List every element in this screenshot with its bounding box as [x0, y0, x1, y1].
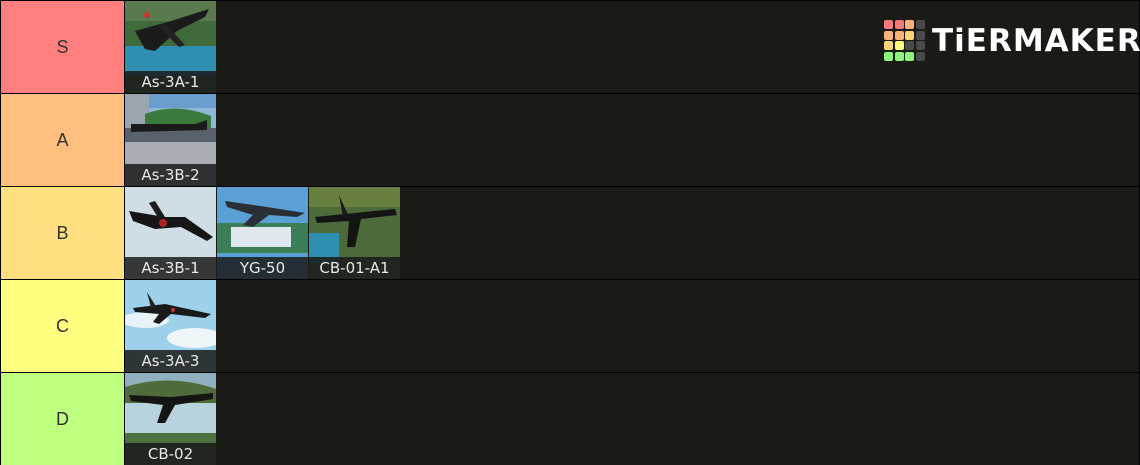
tier-item-label: YG-50 [217, 257, 308, 279]
tier-label-a[interactable]: A [1, 94, 124, 186]
tiermaker-logo: TiERMAKER [884, 20, 1140, 62]
logo-grid-cell [905, 51, 914, 61]
logo-grid-cell [915, 41, 925, 50]
tier-item-label: CB-01-A1 [309, 257, 400, 279]
tier-item-label: As-3B-1 [125, 257, 216, 279]
logo-grid-cell [894, 51, 904, 61]
logo-grid-cell [915, 30, 925, 40]
tier-label-b[interactable]: B [1, 187, 124, 279]
logo-grid-cell [905, 20, 914, 29]
tier-item-label: CB-02 [125, 443, 216, 465]
logo-grid-icon [884, 20, 928, 62]
logo-grid-cell [894, 20, 904, 29]
tier-row-b: B As-3B-1 YG-50 CB-01-A1 [0, 187, 1140, 279]
tier-label-s[interactable]: S [1, 1, 124, 93]
tier-row-a: A As-3B-2 [0, 94, 1140, 186]
logo-grid-cell [894, 30, 904, 40]
tier-item-card[interactable]: CB-02 [125, 373, 216, 465]
logo-grid-cell [915, 51, 925, 61]
tier-item-card[interactable]: As-3B-2 [125, 94, 216, 186]
tier-row-d: D CB-02 [0, 373, 1140, 465]
logo-grid-cell [884, 20, 893, 29]
tier-item-label: As-3A-3 [125, 350, 216, 372]
tier-item-label: As-3A-1 [125, 71, 216, 93]
tier-item-card[interactable]: As-3A-1 [125, 1, 216, 93]
logo-grid-cell [894, 41, 904, 50]
logo-grid-cell [884, 41, 893, 50]
tier-row-c: C As-3A-3 [0, 280, 1140, 372]
tier-item-card[interactable]: CB-01-A1 [309, 187, 400, 279]
tier-item-card[interactable]: As-3B-1 [125, 187, 216, 279]
logo-wordmark: TiERMAKER [932, 23, 1140, 59]
tier-item-label: As-3B-2 [125, 164, 216, 186]
logo-grid-cell [915, 20, 925, 29]
tier-items-a[interactable]: As-3B-2 [125, 94, 1139, 186]
tier-items-c[interactable]: As-3A-3 [125, 280, 1139, 372]
tier-item-card[interactable]: YG-50 [217, 187, 308, 279]
logo-grid-cell [905, 30, 914, 40]
tier-label-c[interactable]: C [1, 280, 124, 372]
tier-items-b[interactable]: As-3B-1 YG-50 CB-01-A1 [125, 187, 1139, 279]
tier-label-d[interactable]: D [1, 373, 124, 465]
logo-grid-cell [905, 41, 914, 50]
tier-item-card[interactable]: As-3A-3 [125, 280, 216, 372]
logo-grid-cell [884, 30, 893, 40]
logo-grid-cell [884, 51, 893, 61]
tier-items-d[interactable]: CB-02 [125, 373, 1139, 465]
tier-list-board: S As-3A-1 A As-3B-2 B As-3B-1 YG-50 CB-0… [0, 0, 1140, 465]
